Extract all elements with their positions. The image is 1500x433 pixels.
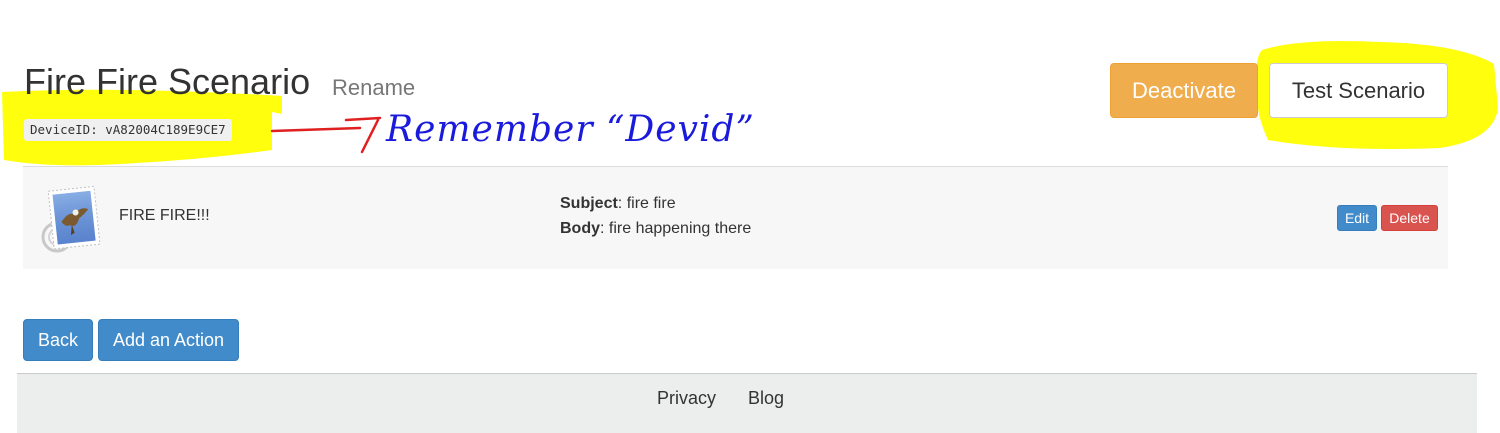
rename-link[interactable]: Rename [332, 76, 415, 100]
body-value: : fire happening there [600, 220, 752, 237]
subject-label: Subject [560, 195, 618, 212]
footer: Privacy Blog [17, 373, 1477, 433]
handwritten-note: Remember “Devid” [386, 109, 755, 150]
deactivate-button[interactable]: Deactivate [1110, 63, 1258, 118]
body-line: Body: fire happening there [560, 220, 751, 238]
red-arrow [270, 116, 382, 154]
body-label: Body [560, 220, 600, 237]
test-scenario-button[interactable]: Test Scenario [1269, 63, 1448, 118]
back-button[interactable]: Back [23, 319, 93, 361]
add-action-button[interactable]: Add an Action [98, 319, 239, 361]
mail-stamp-icon [35, 181, 103, 255]
page-title: Fire Fire Scenario [24, 61, 311, 102]
footer-privacy-link[interactable]: Privacy [657, 388, 716, 409]
footer-blog-link[interactable]: Blog [748, 388, 784, 409]
delete-action-button[interactable]: Delete [1381, 205, 1438, 231]
device-id-code: DeviceID: vA82004C189E9CE7 [24, 119, 232, 141]
edit-action-button[interactable]: Edit [1337, 205, 1377, 231]
subject-value: : fire fire [617, 195, 676, 212]
action-name: FIRE FIRE!!! [119, 207, 210, 224]
action-row: FIRE FIRE!!! Subject: fire fire Body: fi… [23, 167, 1448, 269]
subject-line: Subject: fire fire [560, 195, 676, 213]
